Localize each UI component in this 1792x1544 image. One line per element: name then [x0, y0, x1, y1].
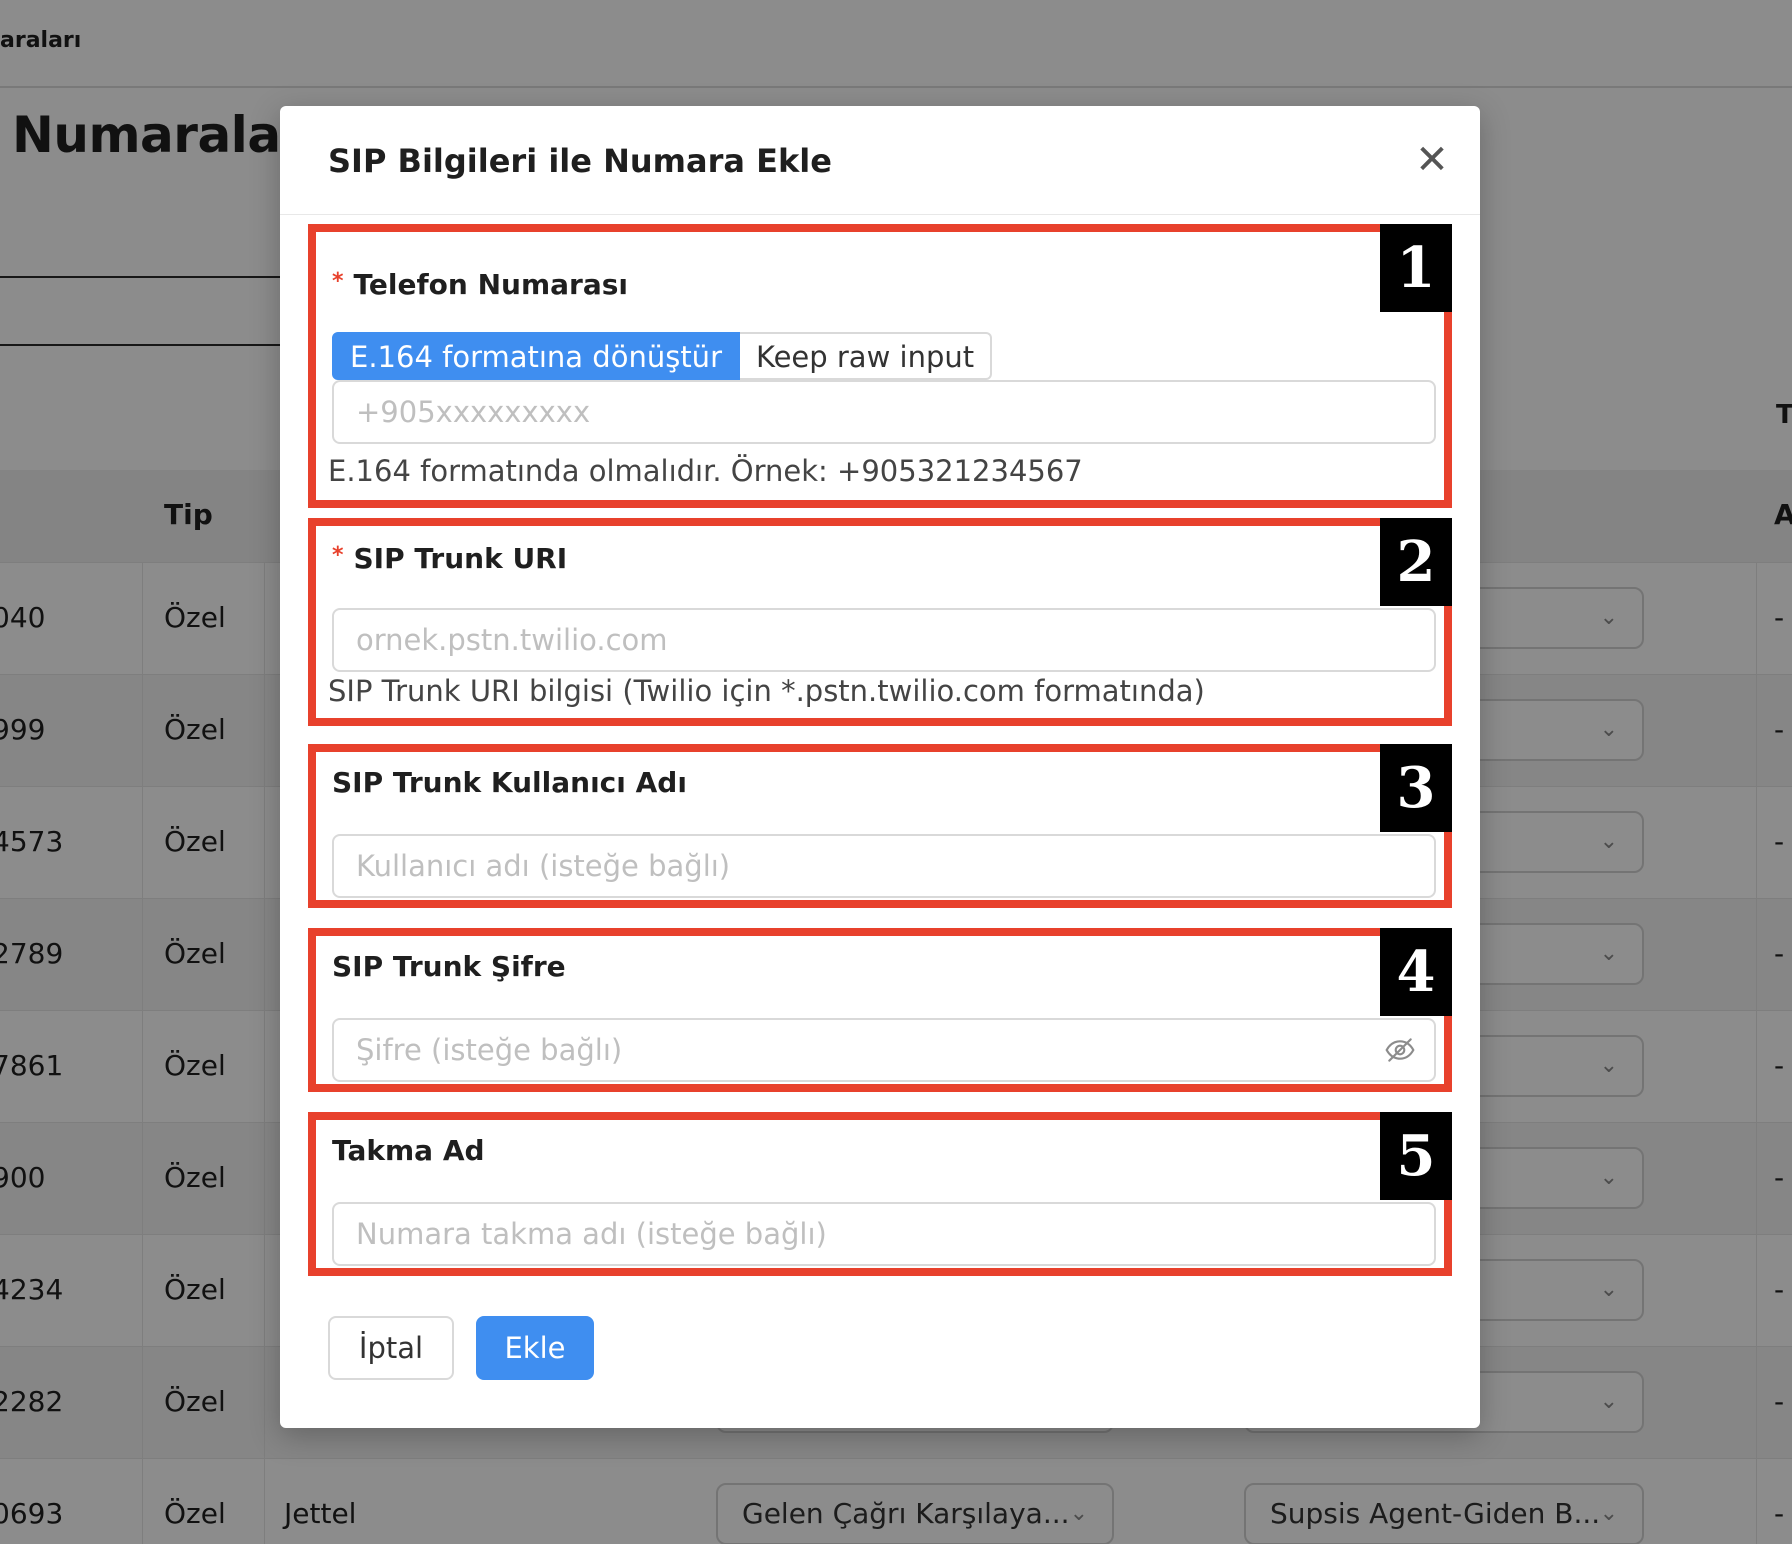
trunk-password-input[interactable]: Şifre (isteğe bağlı): [332, 1018, 1436, 1082]
modal-title: SIP Bilgileri ile Numara Ekle: [328, 142, 832, 180]
trunk-username-label: SIP Trunk Kullanıcı Adı: [332, 766, 687, 799]
phone-number-label: * Telefon Numarası: [332, 268, 628, 301]
trunk-uri-input[interactable]: ornek.pstn.twilio.com: [332, 608, 1436, 672]
trunk-password-section: 4 SIP Trunk Şifre Şifre (isteğe bağlı): [308, 928, 1452, 1092]
nickname-input[interactable]: Numara takma adı (isteğe bağlı): [332, 1202, 1436, 1266]
nickname-label: Takma Ad: [332, 1134, 485, 1167]
section-badge: 5: [1380, 1112, 1452, 1200]
cancel-button[interactable]: İptal: [328, 1316, 454, 1380]
section-badge: 4: [1380, 928, 1452, 1016]
nickname-section: 5 Takma Ad Numara takma adı (isteğe bağl…: [308, 1112, 1452, 1276]
phone-number-input[interactable]: +905xxxxxxxxx: [332, 380, 1436, 444]
trunk-password-placeholder: Şifre (isteğe bağlı): [356, 1033, 623, 1067]
e164-format-option[interactable]: E.164 formatına dönüştür: [332, 332, 740, 380]
section-badge: 2: [1380, 518, 1452, 606]
trunk-uri-help: SIP Trunk URI bilgisi (Twilio için *.pst…: [328, 674, 1205, 708]
trunk-uri-section: 2 * SIP Trunk URI ornek.pstn.twilio.com S…: [308, 518, 1452, 726]
modal-divider: [280, 214, 1480, 215]
required-mark: *: [332, 543, 344, 568]
format-toggle: E.164 formatına dönüştür Keep raw input: [332, 332, 993, 380]
phone-number-section: 1 * Telefon Numarası E.164 formatına dönü…: [308, 224, 1452, 508]
trunk-password-label: SIP Trunk Şifre: [332, 950, 566, 983]
close-icon[interactable]: ✕: [1408, 136, 1456, 184]
eye-off-icon[interactable]: [1384, 1034, 1416, 1066]
phone-number-help: E.164 formatında olmalıdır. Örnek: +9053…: [328, 454, 1083, 488]
required-mark: *: [332, 269, 344, 294]
section-badge: 3: [1380, 744, 1452, 832]
trunk-username-section: 3 SIP Trunk Kullanıcı Adı Kullanıcı adı …: [308, 744, 1452, 908]
trunk-username-input[interactable]: Kullanıcı adı (isteğe bağlı): [332, 834, 1436, 898]
add-button[interactable]: Ekle: [476, 1316, 594, 1380]
raw-input-option[interactable]: Keep raw input: [740, 332, 993, 380]
trunk-uri-label: * SIP Trunk URI: [332, 542, 568, 575]
add-number-modal: SIP Bilgileri ile Numara Ekle ✕ 1 * Telef…: [280, 106, 1480, 1428]
section-badge: 1: [1380, 224, 1452, 312]
